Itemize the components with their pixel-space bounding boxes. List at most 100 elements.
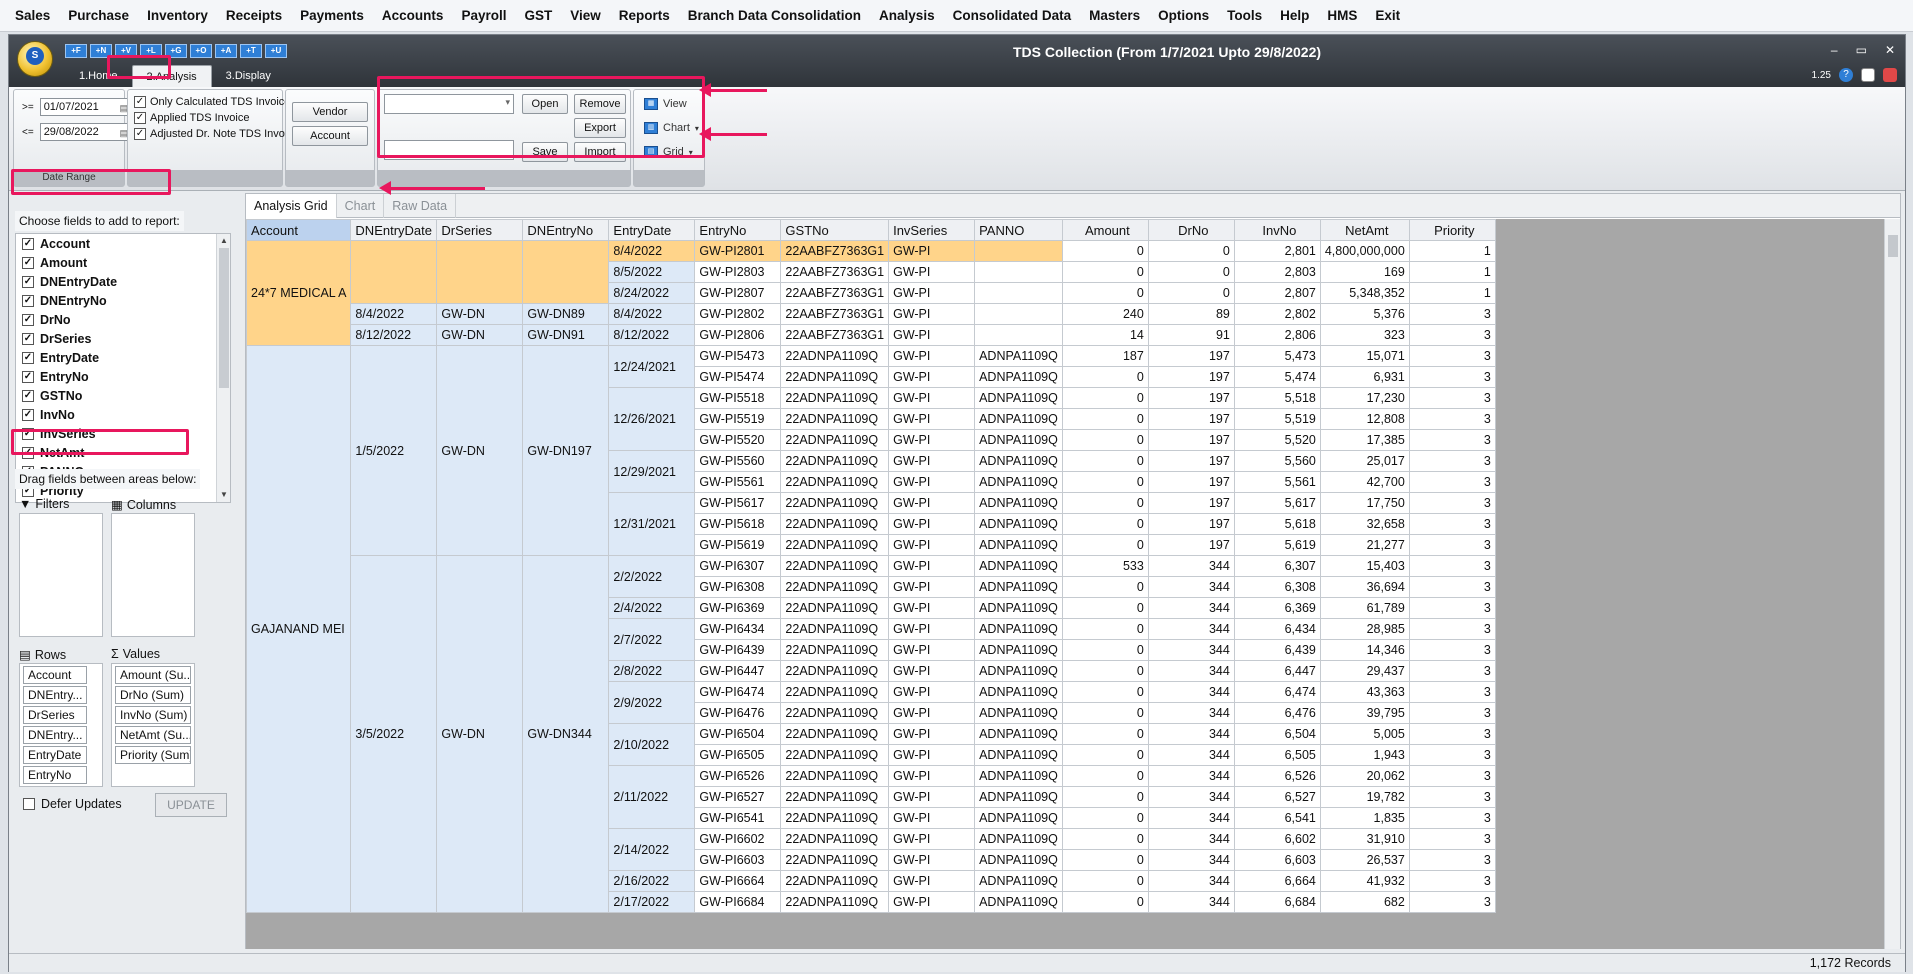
grid-cell[interactable]: 19,782 bbox=[1319, 786, 1410, 808]
grid-cell[interactable]: ADNPA1109Q bbox=[974, 765, 1063, 787]
grid-cell[interactable]: 197 bbox=[1147, 471, 1235, 493]
grid-cell[interactable]: 3 bbox=[1408, 702, 1496, 724]
grid-cell[interactable]: ADNPA1109Q bbox=[974, 786, 1063, 808]
grid-cell[interactable]: 3/5/2022 bbox=[350, 555, 438, 913]
checkbox[interactable]: ✓ bbox=[134, 128, 146, 140]
grid-cell[interactable] bbox=[974, 240, 1063, 262]
grid-cell[interactable]: 3 bbox=[1408, 849, 1496, 871]
vendor-button[interactable]: Vendor bbox=[292, 102, 368, 122]
grid-cell[interactable]: 3 bbox=[1408, 513, 1496, 535]
grid-cell[interactable]: GW-PI bbox=[888, 345, 976, 367]
grid-cell[interactable]: GW-PI bbox=[888, 513, 976, 535]
grid-cell[interactable]: 20,062 bbox=[1319, 765, 1410, 787]
grid-cell[interactable]: 0 bbox=[1061, 828, 1149, 850]
grid-cell[interactable]: GW-PI6527 bbox=[694, 786, 782, 808]
grid-cell[interactable]: 169 bbox=[1319, 261, 1410, 283]
remove-button[interactable]: Remove bbox=[574, 94, 626, 114]
grid-cell[interactable]: GW-PI bbox=[888, 261, 976, 283]
grid-cell[interactable]: 32,658 bbox=[1319, 513, 1410, 535]
grid-cell[interactable]: 682 bbox=[1319, 891, 1410, 913]
grid-cell[interactable]: GW-PI6603 bbox=[694, 849, 782, 871]
grid-cell[interactable]: 344 bbox=[1147, 828, 1235, 850]
grid-cell[interactable]: 3 bbox=[1408, 303, 1496, 325]
grid-cell[interactable]: 0 bbox=[1061, 492, 1149, 514]
grid-cell[interactable]: GW-PI6447 bbox=[694, 660, 782, 682]
grid-cell[interactable]: 22ADNPA1109Q bbox=[780, 807, 890, 829]
tab-home[interactable]: 1.Home bbox=[65, 65, 132, 87]
column-header-entrydate[interactable]: EntryDate bbox=[608, 219, 696, 241]
grid-cell[interactable]: 344 bbox=[1147, 891, 1235, 913]
grid-cell[interactable]: 39,795 bbox=[1319, 702, 1410, 724]
grid-cell[interactable]: 0 bbox=[1061, 618, 1149, 640]
grid-cell[interactable]: 22ADNPA1109Q bbox=[780, 408, 890, 430]
grid-cell[interactable]: GW-PI bbox=[888, 366, 976, 388]
view-toggle[interactable]: ▦ View bbox=[644, 98, 687, 110]
menu-exit[interactable]: Exit bbox=[1366, 8, 1409, 23]
grid-cell[interactable]: 3 bbox=[1408, 891, 1496, 913]
grid-scrollbar[interactable] bbox=[1884, 219, 1900, 949]
grid-cell[interactable]: 6,931 bbox=[1319, 366, 1410, 388]
maximize-icon[interactable]: ▭ bbox=[1856, 43, 1867, 57]
grid-cell[interactable]: ADNPA1109Q bbox=[974, 891, 1063, 913]
grid-cell[interactable]: 22ADNPA1109Q bbox=[780, 450, 890, 472]
import-button[interactable]: Import bbox=[574, 142, 626, 162]
grid-cell[interactable]: 3 bbox=[1408, 744, 1496, 766]
grid-cell[interactable]: 5,005 bbox=[1319, 723, 1410, 745]
grid-cell[interactable]: 26,537 bbox=[1319, 849, 1410, 871]
grid-cell[interactable]: 344 bbox=[1147, 849, 1235, 871]
grid-cell[interactable]: 2,802 bbox=[1233, 303, 1321, 325]
checkbox[interactable]: ✓ bbox=[22, 256, 34, 269]
from-date-input[interactable]: 01/07/2021▤▾ bbox=[39, 98, 136, 116]
grid-cell[interactable]: 22ADNPA1109Q bbox=[780, 723, 890, 745]
column-header-invseries[interactable]: InvSeries bbox=[888, 219, 976, 241]
column-header-netamt[interactable]: NetAmt bbox=[1319, 219, 1410, 241]
option-checkbox[interactable]: ✓ Applied TDS Invoice bbox=[134, 112, 249, 124]
grid-cell[interactable]: GW-PI bbox=[888, 471, 976, 493]
grid-cell[interactable]: 6,504 bbox=[1233, 723, 1321, 745]
value-field-chip[interactable]: DrNo (Sum) bbox=[115, 686, 191, 704]
grid-cell[interactable]: GW-PI bbox=[888, 555, 976, 577]
grid-cell[interactable]: 344 bbox=[1147, 765, 1235, 787]
grid-cell[interactable]: GW-PI bbox=[888, 450, 976, 472]
chevron-down-icon[interactable]: ▾ bbox=[505, 97, 510, 108]
grid-cell[interactable]: 3 bbox=[1408, 387, 1496, 409]
grid-cell[interactable]: 28,985 bbox=[1319, 618, 1410, 640]
grid-cell[interactable]: 344 bbox=[1147, 744, 1235, 766]
grid-cell[interactable]: 5,473 bbox=[1233, 345, 1321, 367]
grid-cell[interactable]: 12/26/2021 bbox=[608, 387, 696, 451]
grid-cell[interactable]: 0 bbox=[1147, 261, 1235, 283]
grid-cell[interactable]: GW-PI6504 bbox=[694, 723, 782, 745]
grid-cell[interactable]: ADNPA1109Q bbox=[974, 387, 1063, 409]
grid-cell[interactable]: GW-PI bbox=[888, 576, 976, 598]
grid-cell[interactable]: 3 bbox=[1408, 681, 1496, 703]
column-header-account[interactable]: Account bbox=[246, 219, 352, 241]
grid-cell[interactable]: GW-PI bbox=[888, 240, 976, 262]
checkbox[interactable]: ✓ bbox=[22, 332, 34, 345]
grid-cell[interactable]: 0 bbox=[1061, 429, 1149, 451]
grid-cell[interactable]: 0 bbox=[1061, 807, 1149, 829]
grid-cell[interactable]: 3 bbox=[1408, 807, 1496, 829]
grid-cell[interactable]: 3 bbox=[1408, 597, 1496, 619]
grid-cell[interactable]: GW-PI bbox=[888, 597, 976, 619]
grid-cell[interactable]: ADNPA1109Q bbox=[974, 618, 1063, 640]
layout-name-input[interactable] bbox=[384, 140, 514, 160]
row-field-chip[interactable]: EntryDate bbox=[23, 746, 87, 764]
grid-cell[interactable]: GW-DN91 bbox=[522, 324, 610, 346]
grid-cell[interactable]: 42,700 bbox=[1319, 471, 1410, 493]
grid-cell[interactable]: 3 bbox=[1408, 765, 1496, 787]
grid-cell[interactable]: 323 bbox=[1319, 324, 1410, 346]
grid-cell[interactable]: ADNPA1109Q bbox=[974, 597, 1063, 619]
values-area[interactable]: Amount (Su... DrNo (Sum) InvNo (Sum) NetAmt… bbox=[111, 663, 195, 787]
grid-cell[interactable]: 8/24/2022 bbox=[608, 282, 696, 304]
grid-tab-raw-data[interactable]: Raw Data bbox=[384, 194, 457, 218]
grid-cell[interactable] bbox=[974, 303, 1063, 325]
column-header-dnentrydate[interactable]: DNEntryDate bbox=[350, 219, 438, 241]
grid-cell[interactable]: GW-PI bbox=[888, 765, 976, 787]
grid-cell[interactable]: 5,348,352 bbox=[1319, 282, 1410, 304]
grid-cell[interactable]: 0 bbox=[1061, 744, 1149, 766]
help-icon[interactable]: ? bbox=[1839, 68, 1853, 82]
grid-cell[interactable]: 3 bbox=[1408, 870, 1496, 892]
grid-cell[interactable] bbox=[522, 240, 610, 304]
grid-cell[interactable]: 6,602 bbox=[1233, 828, 1321, 850]
grid-cell[interactable]: ADNPA1109Q bbox=[974, 366, 1063, 388]
